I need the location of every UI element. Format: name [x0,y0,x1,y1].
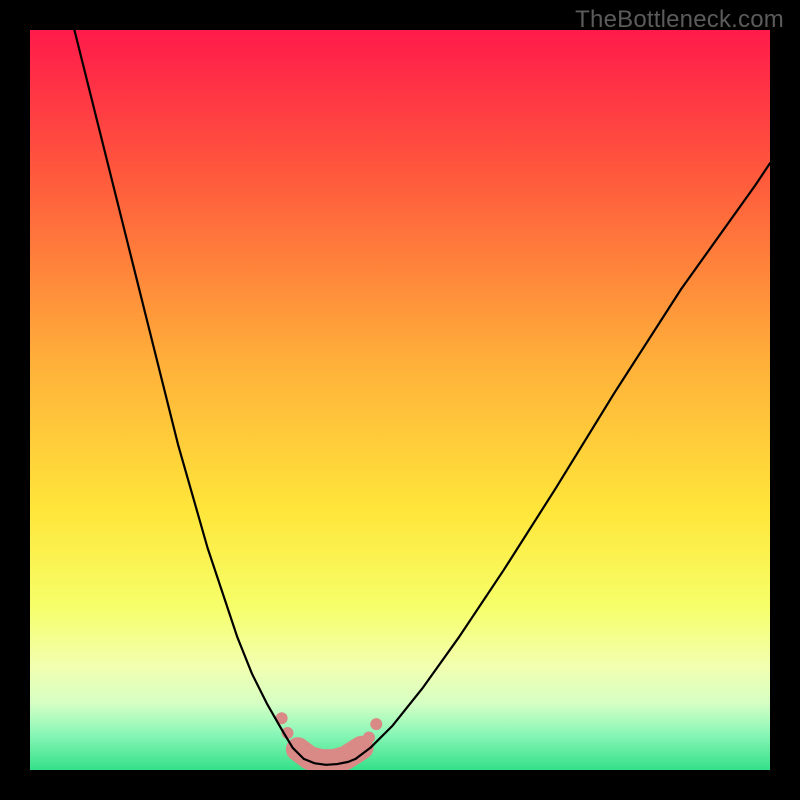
valley-marker [370,718,382,730]
valley-sausage [298,748,362,761]
gradient-background [30,30,770,770]
plot-area [30,30,770,770]
chart-svg [30,30,770,770]
valley-marker [363,731,375,743]
chart-frame: TheBottleneck.com [0,0,800,800]
